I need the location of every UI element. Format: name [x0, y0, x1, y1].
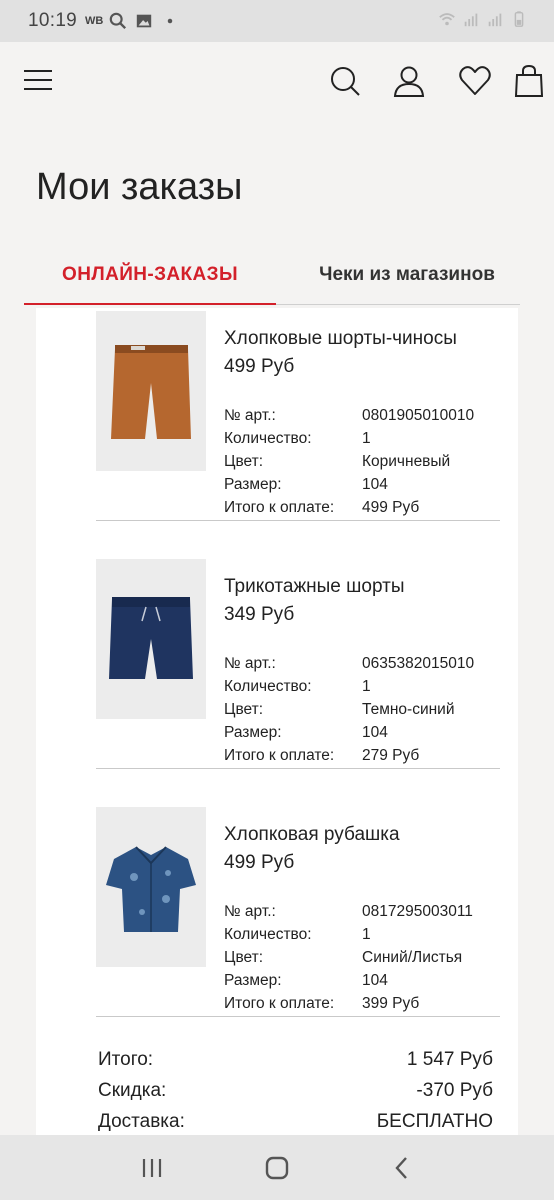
- status-time: 10:19: [28, 10, 78, 31]
- product-image-jersey-shorts[interactable]: [96, 559, 206, 719]
- gallery-status-icon: [137, 14, 152, 28]
- art-value: 0817295003011: [362, 902, 473, 920]
- total-to-pay-label: Итого к оплате:: [224, 746, 335, 764]
- color-label: Цвет:: [224, 948, 264, 966]
- user-icon[interactable]: [392, 64, 426, 98]
- item-divider: [96, 768, 500, 769]
- order-tabs: ОНЛАЙН-ЗАКАЗЫ Чеки из магазинов: [24, 246, 520, 308]
- order-item[interactable]: Хлопковые шорты-чиносы 499 Руб № арт.: 08…: [36, 308, 518, 522]
- delivery-label: Доставка:: [98, 1110, 185, 1132]
- item-price: 349 Руб: [224, 604, 295, 625]
- status-bar: 10:19 WB: [0, 0, 554, 42]
- item-divider: [96, 520, 500, 521]
- size-label: Размер:: [224, 971, 282, 989]
- shopping-bag-icon[interactable]: [514, 64, 544, 98]
- qty-value: 1: [362, 429, 371, 447]
- signal-icon-2: [488, 13, 502, 27]
- color-label: Цвет:: [224, 452, 264, 470]
- qty-label: Количество:: [224, 925, 312, 943]
- color-value: Синий/Листья: [362, 948, 463, 966]
- active-tab-indicator: [24, 303, 276, 305]
- item-name[interactable]: Хлопковая рубашка: [224, 824, 400, 846]
- art-label: № арт.:: [224, 406, 276, 424]
- qty-label: Количество:: [224, 429, 312, 447]
- art-value: 0801905010010: [362, 406, 475, 424]
- search-status-icon: [110, 12, 127, 30]
- qty-label: Количество:: [224, 677, 312, 695]
- item-divider: [96, 1016, 500, 1017]
- carrier-label: WB: [85, 15, 104, 27]
- size-value: 104: [362, 971, 388, 989]
- size-value: 104: [362, 475, 388, 493]
- item-details: № арт.: 0801905010010 Количество: 1 Цвет: К…: [224, 404, 522, 519]
- size-label: Размер:: [224, 723, 282, 741]
- total-to-pay-value: 499 Руб: [362, 498, 420, 516]
- item-name[interactable]: Хлопковые шорты-чиносы: [224, 328, 457, 350]
- size-value: 104: [362, 723, 388, 741]
- item-price: 499 Руб: [224, 356, 295, 377]
- size-label: Размер:: [224, 475, 282, 493]
- art-label: № арт.:: [224, 902, 276, 920]
- tab-online-orders[interactable]: ОНЛАЙН-ЗАКАЗЫ: [24, 246, 276, 304]
- delivery-value: БЕСПЛАТНО: [376, 1110, 493, 1132]
- product-image-chino-shorts[interactable]: [96, 311, 206, 471]
- discount-label: Скидка:: [98, 1079, 167, 1101]
- total-to-pay-label: Итого к оплате:: [224, 994, 335, 1012]
- recents-icon[interactable]: [135, 1151, 169, 1185]
- order-item[interactable]: Хлопковая рубашка 499 Руб № арт.: 0817295…: [36, 804, 518, 1018]
- item-name[interactable]: Трикотажные шорты: [224, 576, 404, 598]
- art-value: 0635382015010: [362, 654, 475, 672]
- dot-status-icon: [168, 18, 173, 24]
- subtotal-label: Итого:: [98, 1048, 154, 1070]
- signal-icon-1: [464, 13, 478, 27]
- color-value: Темно-синий: [362, 700, 455, 718]
- subtotal-value: 1 547 Руб: [406, 1048, 493, 1070]
- wifi-icon: [439, 13, 455, 26]
- system-nav-bar: [0, 1135, 554, 1200]
- home-icon[interactable]: [260, 1151, 294, 1185]
- product-image-cotton-shirt[interactable]: [96, 807, 206, 967]
- total-to-pay-label: Итого к оплате:: [224, 498, 335, 516]
- page-title: Мои заказы: [36, 166, 243, 208]
- item-details: № арт.: 0635382015010 Количество: 1 Цвет: Т…: [224, 652, 522, 767]
- order-item[interactable]: Трикотажные шорты 349 Руб № арт.: 0635382…: [36, 556, 518, 770]
- qty-value: 1: [362, 925, 371, 943]
- tab-divider: [276, 304, 520, 305]
- item-price: 499 Руб: [224, 852, 295, 873]
- color-label: Цвет:: [224, 700, 264, 718]
- order-card: Хлопковые шорты-чиносы 499 Руб № арт.: 08…: [36, 308, 518, 1138]
- search-icon[interactable]: [328, 64, 362, 98]
- art-label: № арт.:: [224, 654, 276, 672]
- total-to-pay-value: 399 Руб: [362, 994, 420, 1012]
- qty-value: 1: [362, 677, 371, 695]
- back-icon[interactable]: [385, 1151, 419, 1185]
- color-value: Коричневый: [362, 452, 451, 470]
- item-details: № арт.: 0817295003011 Количество: 1 Цвет: С…: [224, 900, 522, 1015]
- hamburger-icon[interactable]: [24, 70, 52, 92]
- battery-icon: [514, 11, 524, 27]
- order-totals: Итого: 1 547 Руб Скидка: -370 Руб Доставка…: [98, 1044, 493, 1137]
- discount-value: -370 Руб: [416, 1079, 493, 1101]
- app-header: [0, 42, 554, 120]
- heart-icon[interactable]: [458, 64, 492, 98]
- tab-store-receipts[interactable]: Чеки из магазинов: [294, 246, 520, 304]
- total-to-pay-value: 279 Руб: [362, 746, 420, 764]
